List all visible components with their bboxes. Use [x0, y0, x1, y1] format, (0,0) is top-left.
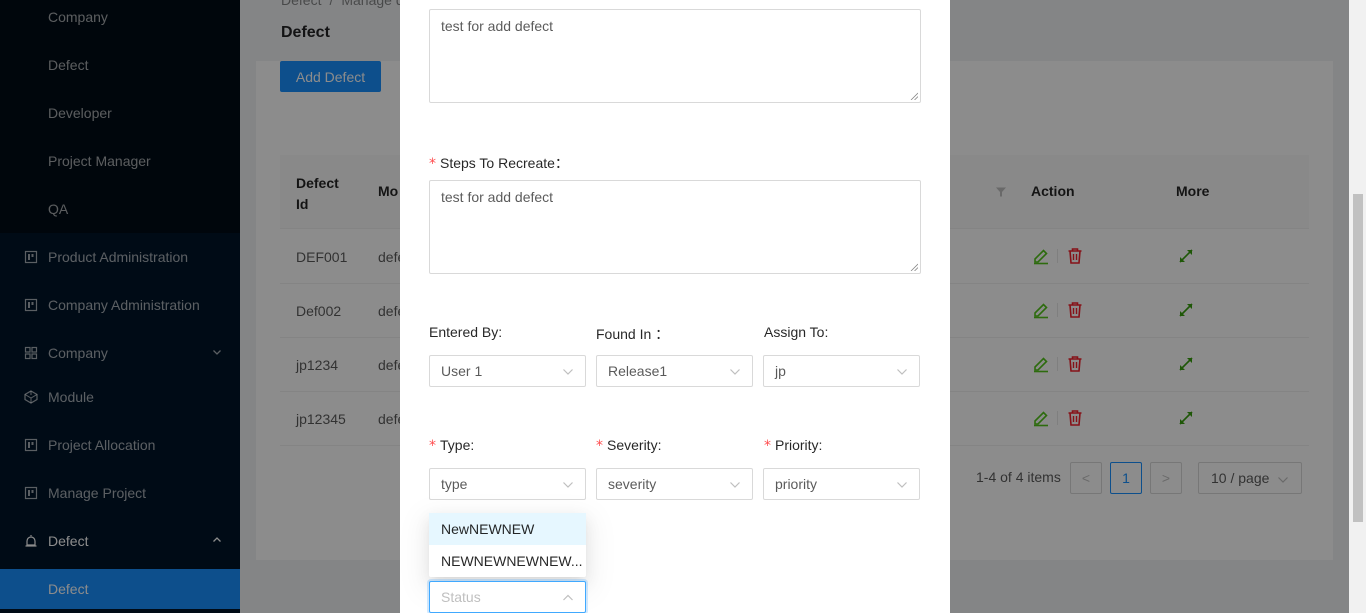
- assign-to-value: jp: [775, 363, 786, 379]
- chevron-down-icon: [897, 369, 907, 375]
- severity-label: * Severity:: [596, 437, 661, 454]
- priority-label-text: Priority:: [775, 437, 823, 453]
- steps-textarea[interactable]: test for add defect: [429, 180, 921, 274]
- label-colon: ：: [554, 155, 569, 171]
- status-option[interactable]: NEWNEWNEWNEW...: [429, 545, 586, 577]
- entered-by-label: Entered By:: [429, 324, 503, 340]
- chevron-down-icon: [730, 369, 740, 375]
- steps-label-text: Steps To Recreate: [440, 155, 555, 171]
- priority-select[interactable]: priority: [763, 468, 920, 500]
- chevron-down-icon: [563, 369, 573, 375]
- steps-label: * Steps To Recreate：: [429, 153, 569, 173]
- scrollbar[interactable]: [1349, 0, 1366, 613]
- severity-value: severity: [608, 476, 657, 492]
- found-in-label: Found In ：: [596, 326, 670, 342]
- type-value: type: [441, 476, 468, 492]
- entered-by-value: User 1: [441, 363, 483, 379]
- chevron-down-icon: [563, 482, 573, 488]
- found-in-value: Release1: [608, 363, 668, 379]
- chevron-down-icon: [730, 482, 740, 488]
- required-mark: *: [764, 438, 771, 454]
- resize-handle-icon[interactable]: [910, 263, 918, 271]
- resize-handle-icon[interactable]: [910, 92, 918, 100]
- severity-select[interactable]: severity: [596, 468, 753, 500]
- entered-by-select[interactable]: User 1: [429, 355, 586, 387]
- steps-value: test for add defect: [441, 189, 554, 205]
- chevron-down-icon: [897, 482, 907, 488]
- assign-to-select[interactable]: jp: [763, 355, 920, 387]
- severity-label-text: Severity:: [607, 437, 662, 453]
- assign-to-label: Assign To:: [764, 324, 829, 340]
- description-value: test for add defect: [441, 18, 554, 34]
- status-option[interactable]: NewNEWNEW: [429, 513, 586, 545]
- scrollbar-thumb[interactable]: [1353, 194, 1363, 522]
- priority-value: priority: [775, 476, 818, 492]
- status-select[interactable]: Status: [429, 581, 586, 613]
- description-textarea[interactable]: test for add defect: [429, 9, 921, 103]
- type-label-text: Type:: [440, 437, 475, 453]
- priority-label: * Priority:: [764, 437, 822, 454]
- required-mark: *: [429, 438, 436, 454]
- status-dropdown: NewNEWNEW NEWNEWNEWNEW...: [429, 513, 586, 577]
- found-in-select[interactable]: Release1: [596, 355, 753, 387]
- type-select[interactable]: type: [429, 468, 586, 500]
- status-placeholder: Status: [441, 589, 481, 605]
- required-mark: *: [429, 156, 436, 172]
- type-label: * Type:: [429, 437, 474, 454]
- required-mark: *: [596, 438, 603, 454]
- chevron-up-icon: [563, 594, 573, 601]
